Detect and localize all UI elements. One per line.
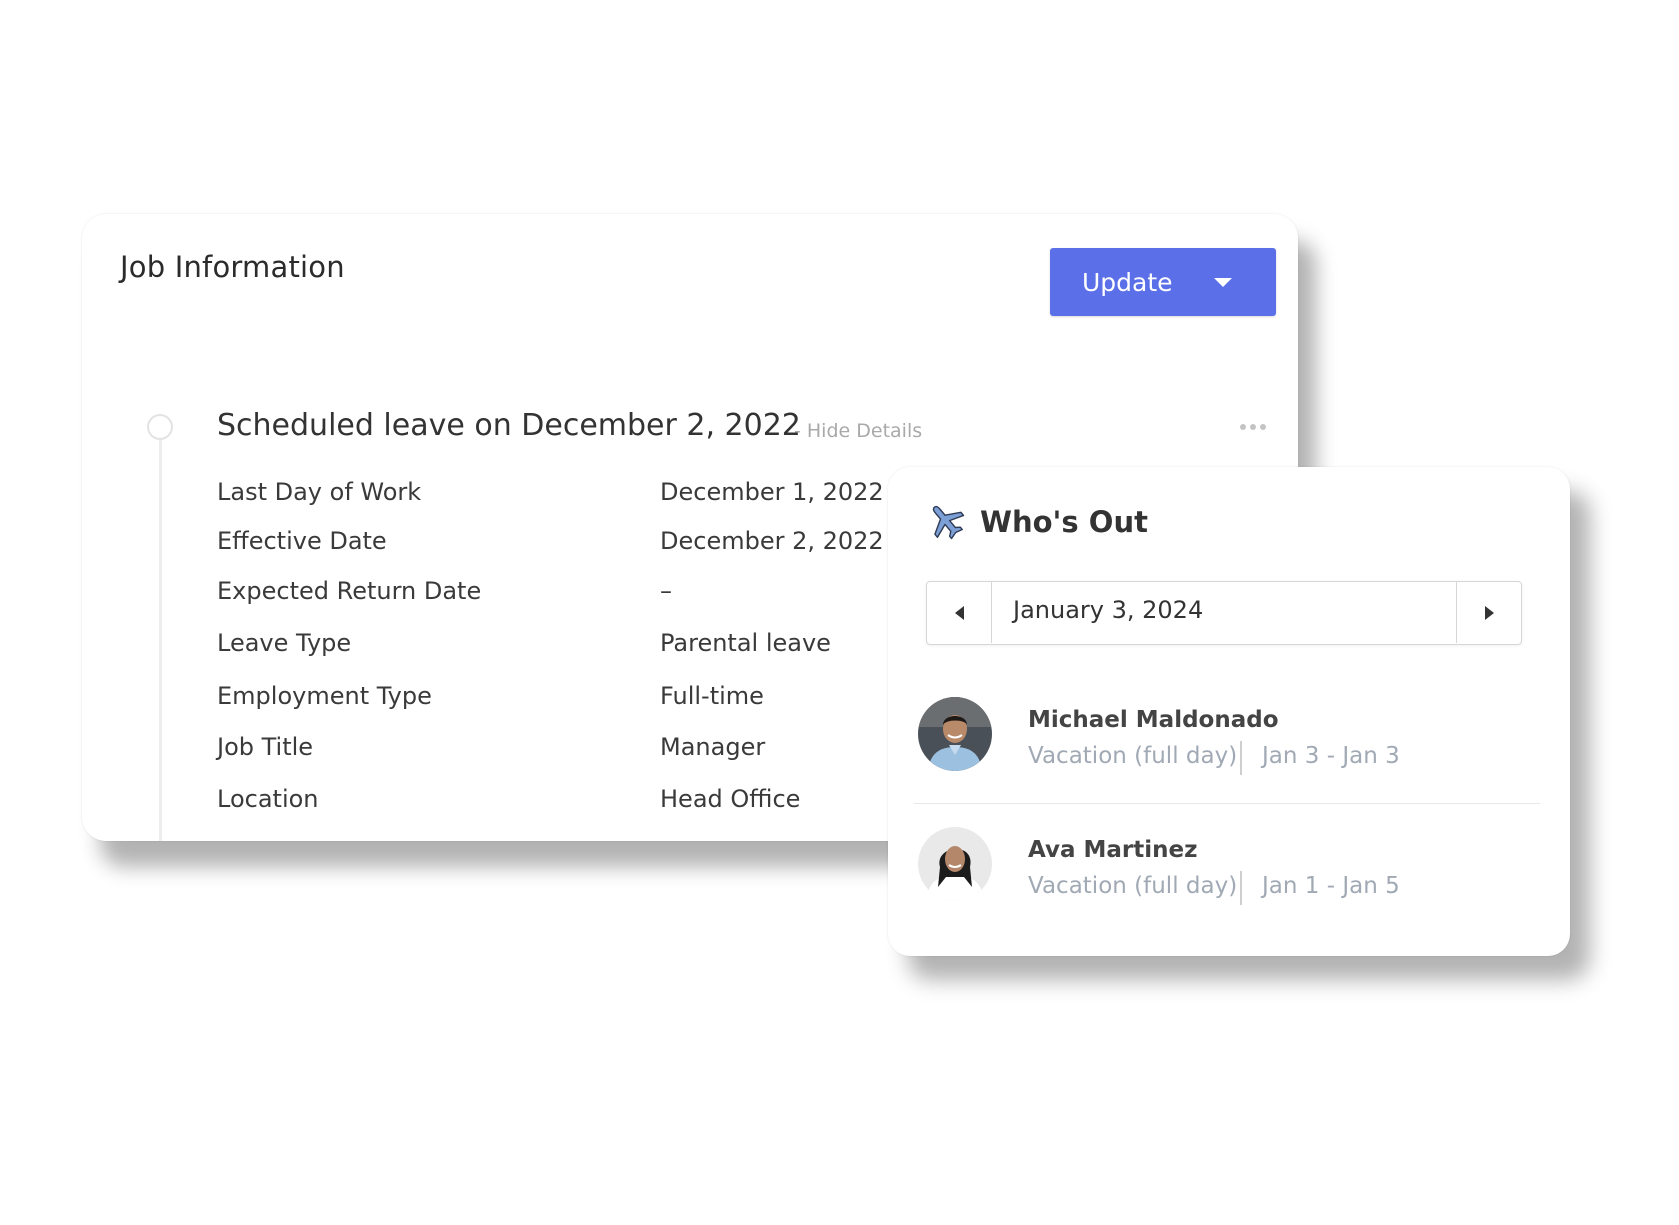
detail-value: Full-time [660,682,764,710]
leave-dates: Jan 1 - Jan 5 [1262,873,1400,899]
detail-label: Effective Date [217,527,387,555]
update-button[interactable]: Update [1050,248,1276,316]
timeline-line [159,430,162,841]
detail-value: Parental leave [660,629,831,657]
detail-value: Manager [660,733,766,761]
scheduled-leave-heading: Scheduled leave on December 2, 2022 [217,408,801,443]
update-button-label: Update [1082,267,1173,297]
detail-value: – [660,577,672,605]
list-item[interactable]: Ava Martinez Vacation (full day) Jan 1 -… [918,827,1548,917]
job-information-title: Job Information [120,250,345,284]
detail-value: December 2, 2022 [660,527,884,555]
separator [1240,741,1242,775]
leave-type: Vacation (full day) [1028,873,1238,899]
leave-type: Vacation (full day) [1028,743,1238,769]
caret-down-icon [1214,278,1232,287]
detail-label: Employment Type [217,682,432,710]
person-name: Michael Maldonado [1028,707,1279,733]
chevron-right-icon [1484,605,1494,620]
avatar [918,697,992,771]
next-date-button[interactable] [1456,582,1521,643]
current-date: January 3, 2024 [1013,596,1204,624]
whos-out-card: Who's Out January 3, 2024 Michael Maldon… [888,467,1570,956]
leave-dates: Jan 3 - Jan 3 [1262,743,1400,769]
airplane-icon [932,505,965,540]
detail-value: December 1, 2022 [660,478,884,506]
detail-label: Last Day of Work [217,478,422,506]
whos-out-title: Who's Out [980,505,1148,539]
previous-date-button[interactable] [927,582,992,643]
detail-value: Head Office [660,785,801,813]
chevron-left-icon [954,605,964,620]
date-navigator: January 3, 2024 [926,581,1522,645]
timeline-dot [147,414,173,440]
list-item[interactable]: Michael Maldonado Vacation (full day) Ja… [918,697,1548,787]
more-options-icon[interactable] [1240,424,1266,430]
detail-label: Leave Type [217,629,352,657]
detail-label: Location [217,785,319,813]
detail-label: Job Title [217,733,314,761]
detail-label: Expected Return Date [217,577,482,605]
avatar [918,827,992,901]
separator [1240,871,1242,905]
person-name: Ava Martinez [1028,837,1198,863]
hide-details-link[interactable]: - Hide Details [794,420,922,442]
row-divider [914,803,1540,804]
